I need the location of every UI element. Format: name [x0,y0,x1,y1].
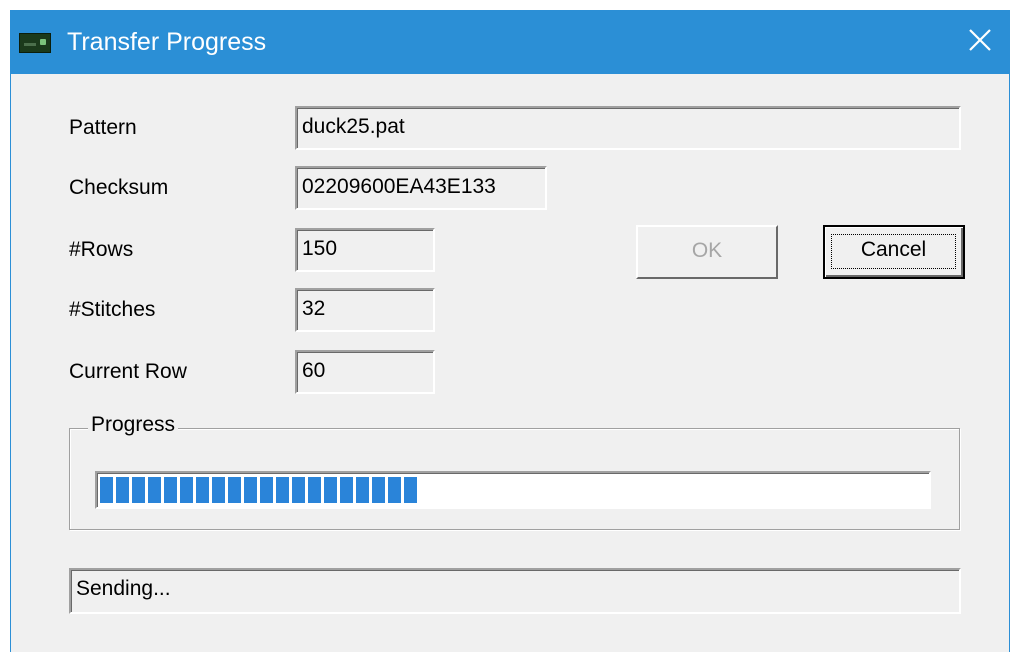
cancel-button-label: Cancel [831,234,956,269]
rows-label: #Rows [69,238,134,261]
progress-block [196,477,209,503]
progress-block [404,477,417,503]
close-button[interactable] [965,25,995,55]
progress-bar-fill [100,477,417,503]
progress-bar [95,471,931,509]
title-bar[interactable]: Transfer Progress [11,10,1009,74]
progress-block [164,477,177,503]
stitches-field: 32 [295,288,435,332]
app-icon-led [40,39,46,45]
progress-block [340,477,353,503]
progress-block [212,477,225,503]
progress-block [356,477,369,503]
pattern-label: Pattern [69,116,137,139]
current-row-field: 60 [295,350,435,394]
progress-block [372,477,385,503]
progress-block [148,477,161,503]
rows-field: 150 [295,228,435,272]
progress-group: Progress [69,413,960,530]
close-icon [969,29,991,51]
progress-block [276,477,289,503]
stitches-label: #Stitches [69,298,156,321]
progress-block [324,477,337,503]
app-device-icon [19,33,51,53]
progress-block [180,477,193,503]
progress-block [116,477,129,503]
progress-block [244,477,257,503]
window-title: Transfer Progress [67,28,267,56]
progress-group-label: Progress [88,413,179,437]
pattern-field: duck25.pat [295,106,961,150]
progress-block [100,477,113,503]
progress-block [388,477,401,503]
app-icon-slot [24,43,36,46]
current-row-label: Current Row [69,360,187,383]
status-field: Sending... [69,568,961,614]
checksum-label: Checksum [69,176,169,199]
transfer-progress-dialog: Transfer Progress Pattern duck25.pat Che… [10,10,1010,652]
progress-block [260,477,273,503]
progress-block [228,477,241,503]
cancel-button[interactable]: Cancel [823,225,965,279]
ok-button[interactable]: OK [636,225,778,279]
progress-block [292,477,305,503]
progress-block [132,477,145,503]
checksum-field: 02209600EA43E133 [295,166,547,210]
progress-block [308,477,321,503]
